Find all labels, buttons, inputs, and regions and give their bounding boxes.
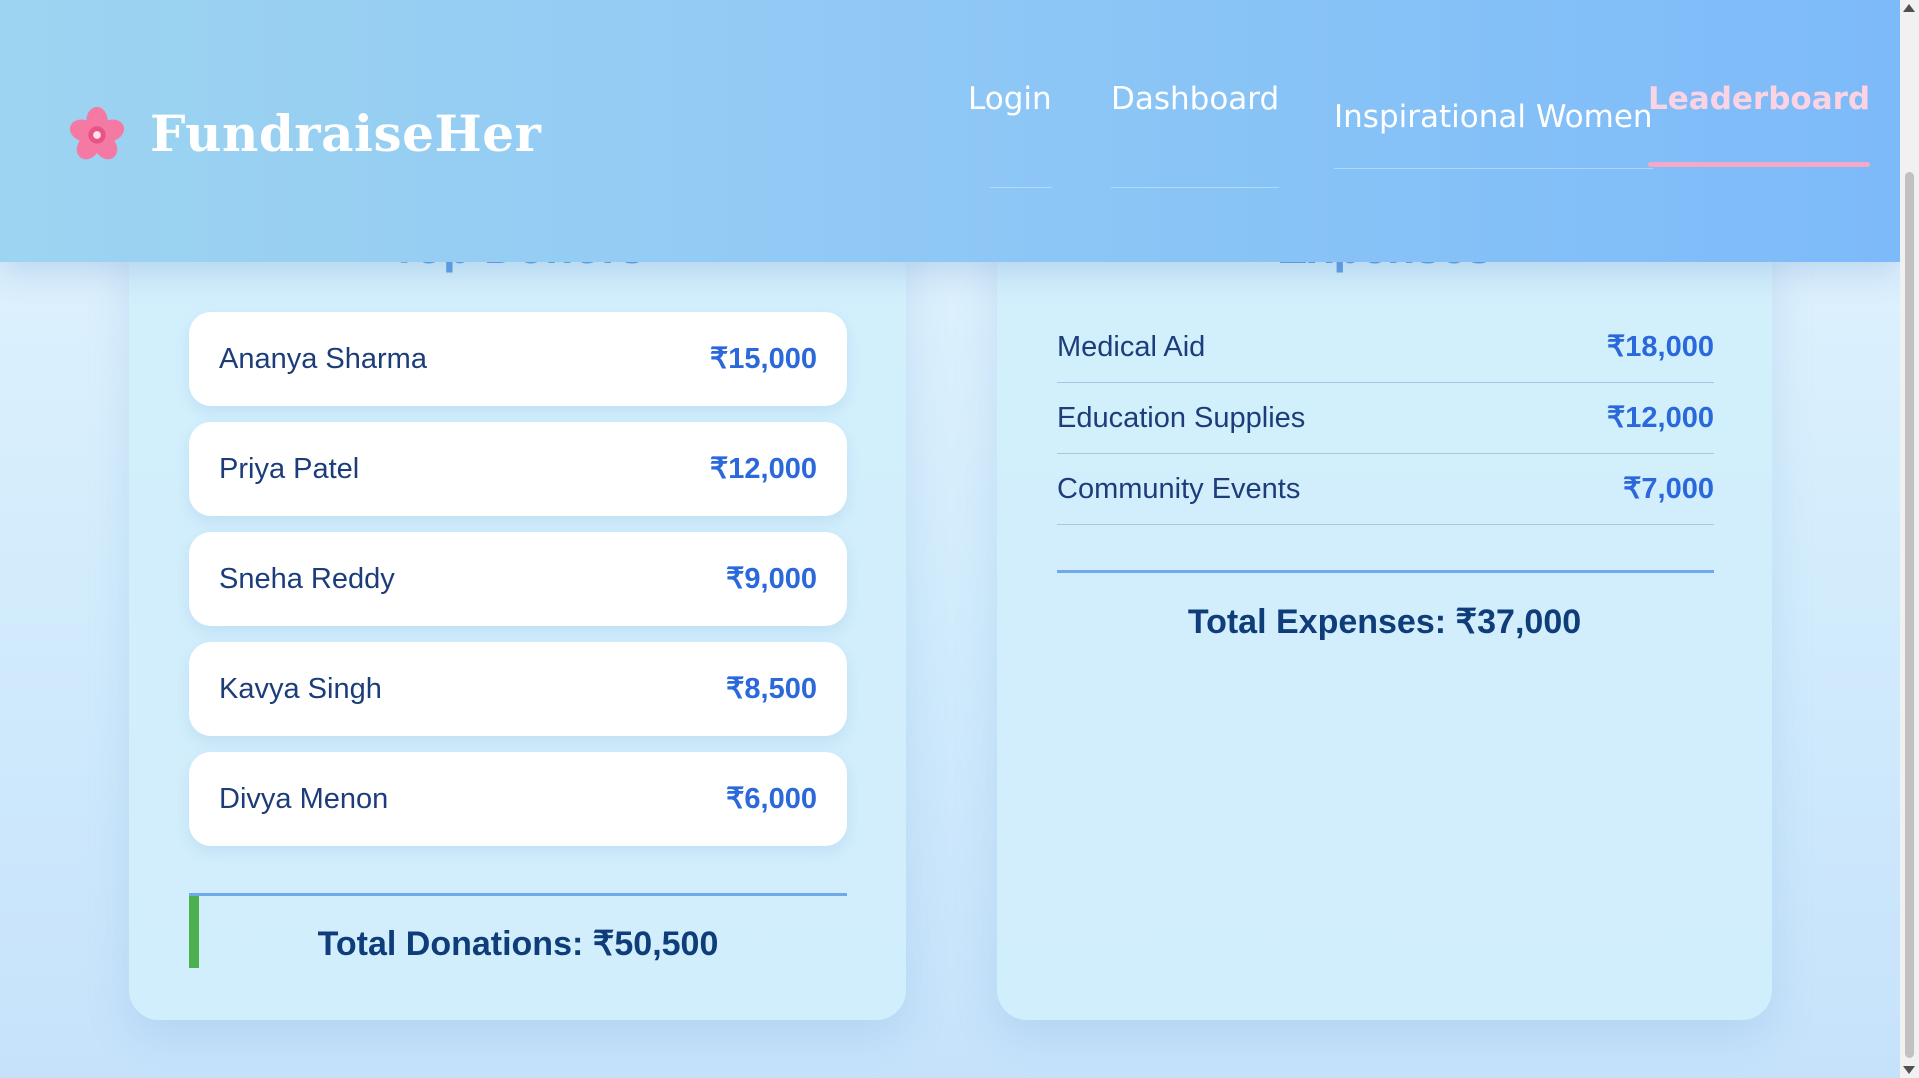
site-header: FundraiseHer Login Dashboard Inspiration… (0, 0, 1900, 262)
expense-amount: ₹18,000 (1606, 331, 1714, 363)
nav-dashboard[interactable]: Dashboard (1111, 81, 1280, 188)
donor-name: Sneha Reddy (219, 563, 395, 595)
expense-row: Community Events ₹7,000 (1057, 454, 1714, 525)
donor-amount: ₹6,000 (725, 783, 817, 815)
nav-underline (1334, 168, 1653, 169)
donor-amount: ₹9,000 (725, 563, 817, 595)
expense-name: Medical Aid (1057, 331, 1206, 363)
top-donors-panel: Top Donors Ananya Sharma ₹15,000 Priya P… (129, 150, 906, 1020)
donor-card: Kavya Singh ₹8,500 (189, 642, 847, 736)
expense-amount: ₹7,000 (1622, 473, 1714, 505)
expense-row: Medical Aid ₹18,000 (1057, 312, 1714, 383)
nav-inspirational-women[interactable]: Inspirational Women (1334, 99, 1653, 169)
expense-row: Education Supplies ₹12,000 (1057, 383, 1714, 454)
expense-name: Community Events (1057, 473, 1301, 505)
donor-amount: ₹15,000 (709, 343, 817, 375)
scroll-up-arrow-icon[interactable] (1903, 4, 1915, 12)
total-expenses-text: Total Expenses: ₹37,000 (1187, 603, 1582, 641)
nav-login[interactable]: Login (968, 81, 1052, 188)
vertical-scrollbar[interactable] (1900, 0, 1919, 1078)
donor-name: Ananya Sharma (219, 343, 427, 375)
cherry-blossom-icon (69, 106, 125, 159)
donor-card: Priya Patel ₹12,000 (189, 422, 847, 516)
expenses-panel: Expenses Medical Aid ₹18,000 Education S… (997, 150, 1772, 1020)
donor-name: Priya Patel (219, 453, 360, 485)
expenses-divider (1057, 570, 1714, 573)
total-donations-text: Total Donations: ₹50,500 (317, 925, 719, 963)
expense-name: Education Supplies (1057, 402, 1306, 434)
nav-active-indicator (1648, 162, 1871, 167)
scroll-down-arrow-icon[interactable] (1903, 1066, 1915, 1074)
donor-card: Ananya Sharma ₹15,000 (189, 312, 847, 406)
donor-name: Kavya Singh (219, 673, 382, 705)
nav-underline (990, 187, 1052, 188)
brand-logo-link[interactable]: FundraiseHer (68, 104, 541, 163)
brand-name: FundraiseHer (150, 104, 542, 163)
nav-inspirational-women-label: Inspirational Women (1334, 99, 1653, 135)
nav-leaderboard[interactable]: Leaderboard (1648, 81, 1871, 167)
donor-amount: ₹12,000 (709, 453, 817, 485)
donor-card: Sneha Reddy ₹9,000 (189, 532, 847, 626)
donor-amount: ₹8,500 (725, 673, 817, 705)
nav-leaderboard-label: Leaderboard (1648, 81, 1871, 117)
page-viewport: Top Donors Ananya Sharma ₹15,000 Priya P… (0, 0, 1900, 1078)
expense-amount: ₹12,000 (1606, 402, 1714, 434)
nav-login-label: Login (968, 81, 1052, 117)
scrollbar-thumb[interactable] (1905, 172, 1914, 1058)
donor-card: Divya Menon ₹6,000 (189, 752, 847, 846)
nav-underline (1111, 187, 1280, 188)
donor-name: Divya Menon (219, 783, 389, 815)
nav-dashboard-label: Dashboard (1111, 81, 1280, 117)
total-donations-box: Total Donations: ₹50,500 (189, 893, 847, 968)
